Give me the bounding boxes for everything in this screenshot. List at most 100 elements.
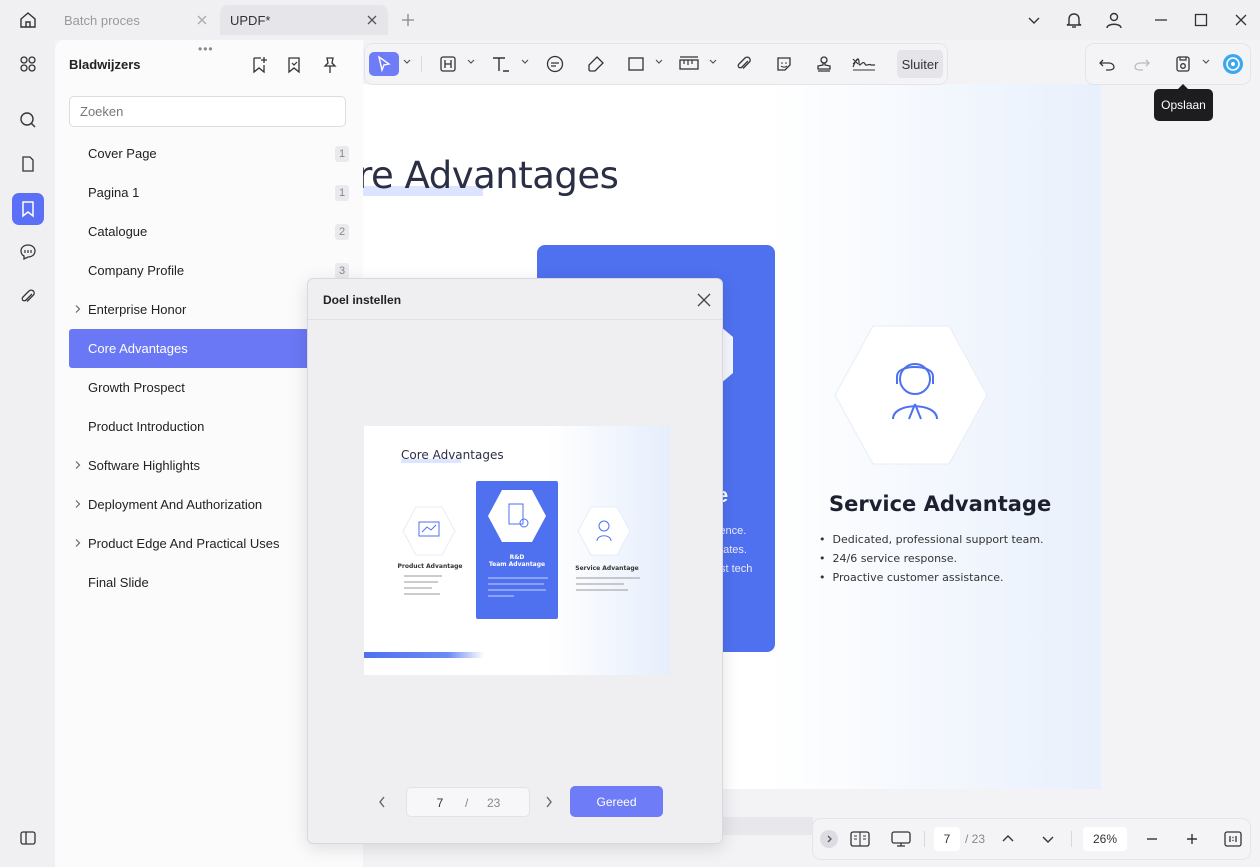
chevron-down-icon[interactable]: [403, 58, 411, 66]
page-heading: ore Advantages: [363, 154, 619, 197]
chevron-down-icon[interactable]: [1025, 12, 1043, 28]
chevron-right-icon[interactable]: [73, 499, 83, 509]
bookmark-label: Company Profile: [88, 263, 185, 278]
bookmark-label: Catalogue: [88, 224, 148, 239]
dialog-page-input[interactable]: 7 / 23: [406, 787, 530, 817]
bookmark-label: Core Advantages: [88, 341, 188, 356]
text-tool-icon[interactable]: [489, 52, 513, 76]
thumbnail-bottom-bar: [364, 652, 484, 658]
status-bar: 7 / 23 26%: [813, 819, 1250, 859]
minimize-icon[interactable]: [1152, 10, 1170, 30]
comment-icon[interactable]: [12, 236, 44, 268]
maximize-icon[interactable]: [1192, 10, 1210, 30]
page-total-label: / 23: [964, 832, 985, 846]
redo-icon[interactable]: [1131, 52, 1153, 76]
comment-tool-icon[interactable]: [543, 52, 567, 76]
service-advantage-title: Service Advantage: [829, 492, 1052, 516]
add-bookmark-icon[interactable]: [248, 54, 270, 76]
dialog-title: Doel instellen: [323, 293, 402, 307]
ai-assistant-icon[interactable]: [1222, 52, 1244, 76]
chevron-down-icon[interactable]: [709, 58, 717, 66]
chevron-right-icon[interactable]: [542, 793, 556, 811]
current-page: 7: [436, 796, 444, 810]
zoom-in-icon[interactable]: [1183, 827, 1201, 851]
user-icon[interactable]: [1104, 9, 1124, 31]
document-hexagon-icon: [488, 490, 546, 542]
pin-icon[interactable]: [319, 54, 341, 76]
shape-rectangle-icon[interactable]: [625, 52, 647, 76]
attachment-icon[interactable]: [12, 281, 44, 313]
set-destination-dialog: Doel instellen Core Advantages Product A…: [307, 278, 723, 844]
save-tooltip: Opslaan: [1154, 84, 1213, 121]
bookmark-label: Product Edge And Practical Uses: [88, 536, 280, 551]
measure-icon[interactable]: [677, 52, 701, 76]
header-footer-icon[interactable]: [437, 52, 459, 76]
chevron-left-icon[interactable]: [820, 830, 838, 848]
panel-resize-grip[interactable]: •••: [198, 42, 214, 56]
tab-label: UPDF*: [230, 12, 271, 28]
close-edit-button[interactable]: Sluiter: [897, 50, 943, 78]
file-toolbar: [1086, 44, 1250, 84]
thumbnail-text-lines: [404, 575, 442, 595]
horizontal-scrollbar[interactable]: [723, 817, 813, 835]
headset-hexagon-icon: [577, 506, 631, 556]
eraser-icon[interactable]: [585, 52, 607, 76]
bookmark-label: Pagina 1: [88, 185, 140, 200]
title-bar: Batch proces UPDF*: [0, 0, 1260, 40]
service-point: Dedicated, professional support team.: [819, 533, 1044, 546]
bookmark-item[interactable]: Pagina 1 1: [69, 173, 363, 212]
bookmark-label: Software Highlights: [88, 458, 200, 473]
page-icon[interactable]: [12, 148, 44, 180]
undo-icon[interactable]: [1096, 52, 1118, 76]
chevron-left-icon[interactable]: [375, 793, 389, 811]
chevron-down-icon[interactable]: [467, 58, 475, 66]
bookmark-icon[interactable]: [12, 193, 44, 225]
actual-size-icon[interactable]: [1223, 827, 1243, 851]
thumbnail-card-title: Service Advantage: [575, 565, 639, 572]
signature-icon[interactable]: [850, 52, 878, 76]
sticker-icon[interactable]: [773, 52, 795, 76]
tab-updf[interactable]: UPDF*: [220, 5, 388, 35]
service-point: Proactive customer assistance.: [819, 571, 1004, 584]
sidebar-toggle-icon[interactable]: [12, 822, 44, 854]
select-tool-icon[interactable]: [369, 52, 399, 76]
chevron-down-icon[interactable]: [1202, 58, 1210, 66]
headset-hexagon-icon: [834, 325, 988, 465]
status-divider: [924, 831, 925, 847]
close-icon[interactable]: [364, 12, 380, 28]
service-point: 24/6 service response.: [819, 552, 958, 565]
chevron-right-icon[interactable]: [73, 538, 83, 548]
chevron-right-icon[interactable]: [73, 304, 83, 314]
page-number-input[interactable]: 7: [934, 827, 960, 851]
zoom-out-icon[interactable]: [1143, 827, 1161, 851]
zoom-level-input[interactable]: 26%: [1083, 827, 1127, 851]
chart-hexagon-icon: [402, 506, 456, 556]
attachment-icon[interactable]: [733, 52, 755, 76]
page-thumbnail: Core Advantages Product Advantage R&D Te…: [364, 426, 670, 675]
home-icon[interactable]: [17, 10, 39, 30]
save-icon[interactable]: [1172, 52, 1194, 76]
chevron-down-icon[interactable]: [1039, 827, 1057, 851]
close-icon[interactable]: [696, 292, 712, 308]
chevron-right-icon[interactable]: [73, 460, 83, 470]
add-tab-icon[interactable]: [398, 10, 418, 30]
bookmark-outline-icon[interactable]: [283, 54, 305, 76]
close-window-icon[interactable]: [1232, 10, 1250, 30]
bookmark-item[interactable]: Cover Page 1: [69, 134, 363, 173]
chevron-up-icon[interactable]: [999, 827, 1017, 851]
tab-label: Batch proces: [64, 12, 140, 28]
bookmark-search-input[interactable]: [69, 96, 346, 127]
thumbnails-icon[interactable]: [12, 48, 44, 80]
bookmark-item[interactable]: Catalogue 2: [69, 212, 363, 251]
chevron-down-icon[interactable]: [521, 58, 529, 66]
stamp-icon[interactable]: [813, 52, 835, 76]
page-layout-icon[interactable]: [849, 827, 871, 851]
tab-batch-process[interactable]: Batch proces: [54, 5, 218, 35]
presentation-icon[interactable]: [889, 827, 913, 851]
search-icon[interactable]: [12, 104, 44, 136]
bell-icon[interactable]: [1064, 9, 1084, 31]
close-icon[interactable]: [194, 12, 210, 28]
chevron-down-icon[interactable]: [655, 58, 663, 66]
done-button[interactable]: Gereed: [570, 786, 663, 817]
bookmark-page-number: 1: [335, 185, 349, 201]
